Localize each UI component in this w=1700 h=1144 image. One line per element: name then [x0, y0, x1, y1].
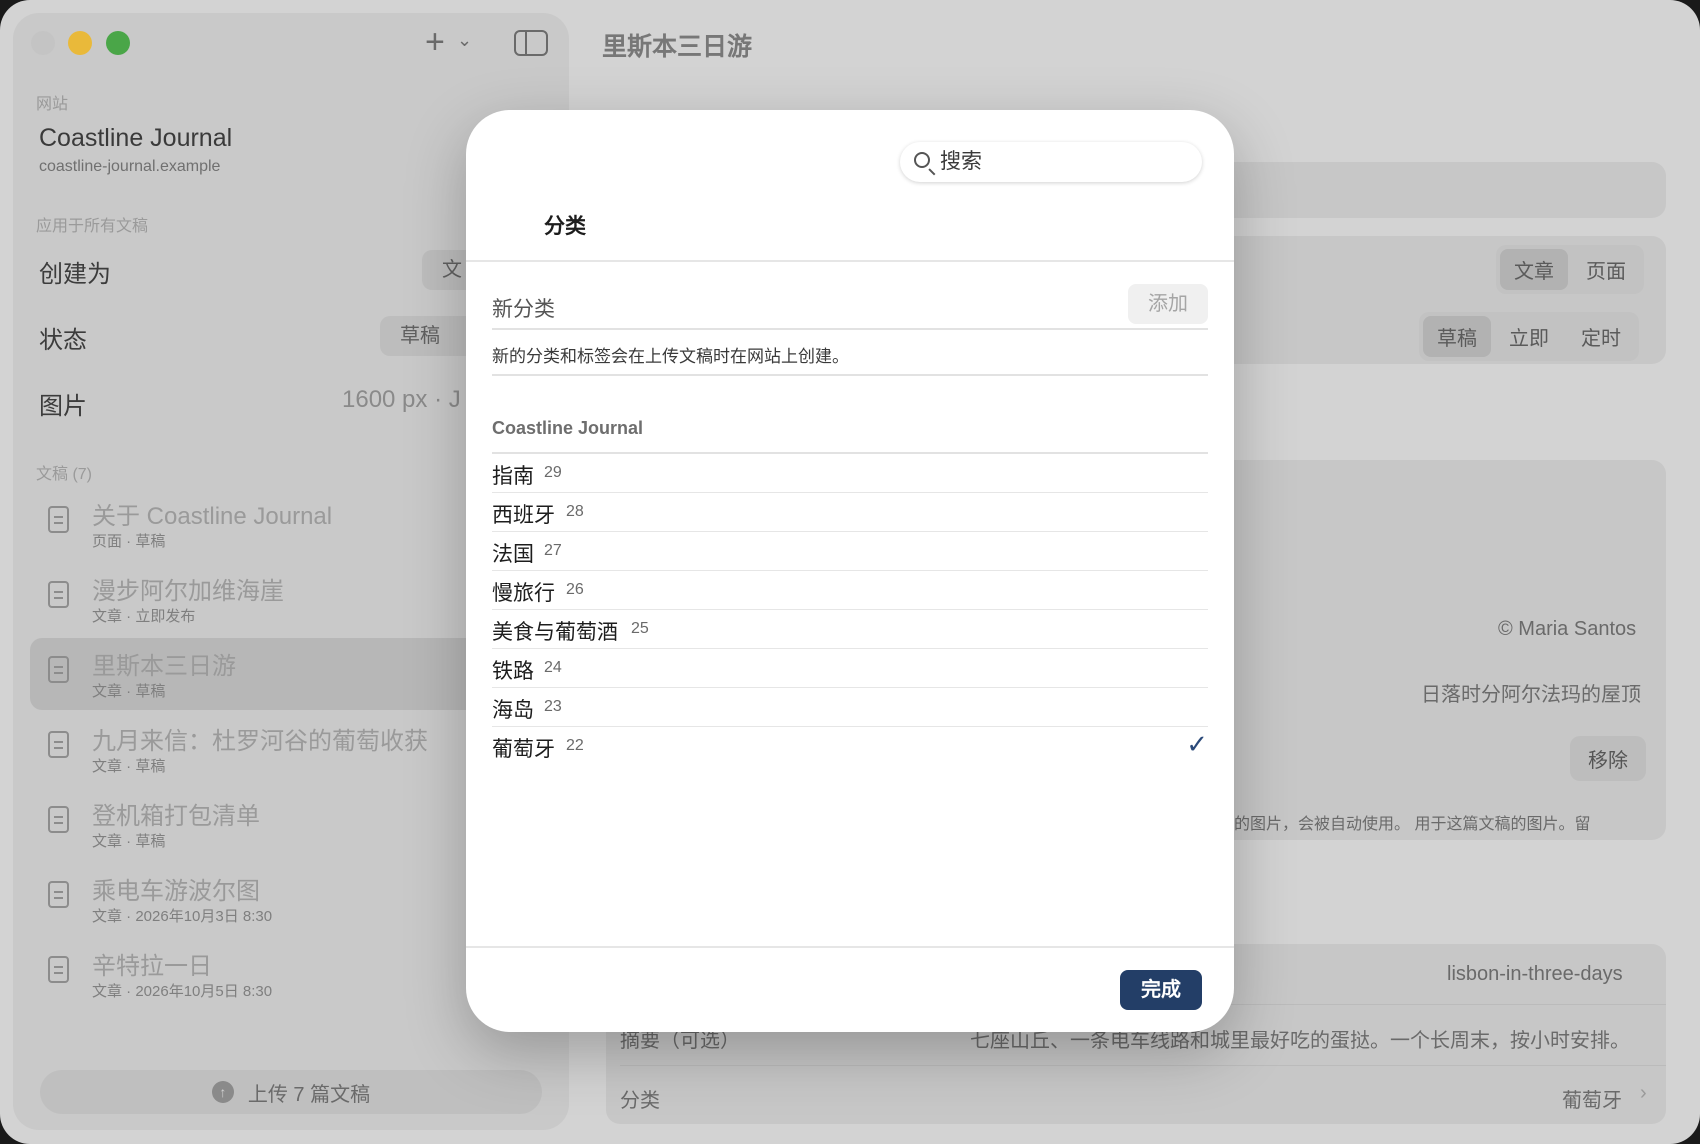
- category-label: 分类: [620, 1090, 660, 1112]
- page-icon: [48, 506, 69, 533]
- upload-button[interactable]: ↑ 上传 7 篇文稿: [40, 1070, 542, 1114]
- publish-segment-now[interactable]: 立即: [1495, 316, 1563, 357]
- type-segment-post[interactable]: 文章: [1500, 249, 1568, 290]
- docs-section-label: 文稿 (7): [36, 466, 93, 483]
- category-group-header: Coastline Journal: [492, 418, 644, 438]
- new-category-input[interactable]: [492, 290, 1192, 330]
- done-button[interactable]: 完成: [1120, 970, 1202, 1010]
- category-row[interactable]: 指南 29: [492, 454, 1208, 493]
- doc-title: 九月来信：杜罗河谷的葡萄收获: [92, 728, 428, 755]
- category-row-selected[interactable]: 葡萄牙 22 ✓: [492, 727, 1208, 766]
- divider: [620, 1065, 1666, 1066]
- window-title: 里斯本三日游: [602, 33, 753, 61]
- doc-title: 漫步阿尔加维海崖: [92, 578, 284, 605]
- type-segmented-control[interactable]: 文章 页面: [1496, 245, 1644, 294]
- publish-segmented-control[interactable]: 草稿 立即 定时: [1419, 312, 1639, 361]
- image-note: 的图片，会被自动使用。 用于这篇文稿的图片。留: [1234, 816, 1591, 833]
- close-window-button[interactable]: [31, 31, 55, 55]
- category-count: 26: [566, 581, 584, 598]
- categories-sheet: 分类 添加 新的分类和标签会在上传文稿时在网站上创建。 Coastline Jo…: [466, 110, 1234, 1032]
- minimize-window-button[interactable]: [68, 31, 92, 55]
- publish-segment-scheduled[interactable]: 定时: [1567, 316, 1635, 357]
- chevron-down-icon[interactable]: ⌄: [457, 30, 472, 51]
- upload-button-label: 上传 7 篇文稿: [247, 1083, 371, 1106]
- image-caption: 日落时分阿尔法玛的屋顶: [1421, 684, 1641, 706]
- apply-section-label: 应用于所有文稿: [36, 218, 149, 235]
- maximize-window-button[interactable]: [106, 31, 130, 55]
- category-count: 27: [544, 542, 562, 559]
- document-icon: [48, 731, 69, 758]
- add-category-button[interactable]: 添加: [1128, 284, 1208, 324]
- doc-subtitle: 文章 · 2026年10月5日 8:30: [92, 983, 273, 1000]
- image-credit: © Maria Santos: [1498, 618, 1637, 640]
- doc-subtitle: 文章 · 草稿: [92, 758, 166, 775]
- search-field[interactable]: [900, 142, 1202, 182]
- images-value[interactable]: 1600 px · J: [342, 386, 464, 414]
- divider: [466, 946, 1234, 948]
- slug-value[interactable]: lisbon-in-three-days: [1447, 963, 1623, 986]
- divider: [492, 328, 1208, 330]
- publish-segment-draft[interactable]: 草稿: [1423, 316, 1491, 357]
- site-url: coastline-journal.example: [39, 158, 221, 175]
- sheet-title: 分类: [544, 215, 586, 238]
- document-icon: [48, 806, 69, 833]
- category-count: 29: [544, 464, 562, 481]
- doc-subtitle: 文章 · 2026年10月3日 8:30: [92, 908, 273, 925]
- doc-subtitle: 页面 · 草稿: [92, 533, 166, 550]
- upload-arrow-icon: ↑: [211, 1081, 234, 1103]
- doc-title: 里斯本三日游: [92, 653, 236, 680]
- app-window: + ⌄ 里斯本三日游 网站 Coastline Journal coastlin…: [0, 0, 1700, 1144]
- category-name: 西班牙: [492, 504, 555, 527]
- category-name: 铁路: [492, 660, 534, 683]
- status-selector[interactable]: 草稿: [380, 316, 480, 356]
- category-row[interactable]: 西班牙 28: [492, 493, 1208, 532]
- category-row[interactable]: 海岛 23: [492, 688, 1208, 727]
- doc-subtitle: 文章 · 草稿: [92, 683, 166, 700]
- category-count: 23: [544, 698, 562, 715]
- new-category-note: 新的分类和标签会在上传文稿时在网站上创建。: [492, 347, 849, 366]
- category-name: 慢旅行: [492, 582, 555, 605]
- image-card: [1200, 460, 1666, 840]
- doc-title: 辛特拉一日: [92, 953, 212, 980]
- remove-image-button[interactable]: 移除: [1570, 736, 1646, 781]
- document-icon: [48, 581, 69, 608]
- main-card: [1200, 162, 1666, 218]
- sidebar-toggle-icon[interactable]: [514, 30, 548, 56]
- doc-title: 关于 Coastline Journal: [92, 503, 333, 530]
- site-name: Coastline Journal: [39, 124, 233, 152]
- add-icon[interactable]: +: [425, 25, 445, 59]
- category-count: 25: [631, 620, 649, 637]
- type-segment-page[interactable]: 页面: [1572, 249, 1640, 290]
- site-section-label: 网站: [36, 96, 69, 113]
- create-as-label: 创建为: [39, 261, 111, 288]
- category-count: 22: [566, 737, 584, 754]
- doc-subtitle: 文章 · 立即发布: [92, 608, 196, 625]
- category-row[interactable]: 法国 27: [492, 532, 1208, 571]
- category-row[interactable]: 铁路 24: [492, 649, 1208, 688]
- checkmark-icon: ✓: [1186, 729, 1208, 759]
- category-name: 葡萄牙: [492, 738, 555, 761]
- images-label: 图片: [39, 393, 87, 420]
- category-row[interactable]: 慢旅行 26: [492, 571, 1208, 610]
- category-name: 美食与葡萄酒: [492, 621, 618, 644]
- divider: [466, 260, 1234, 262]
- doc-title: 乘电车游波尔图: [92, 878, 260, 905]
- divider: [492, 374, 1208, 376]
- doc-subtitle: 文章 · 草稿: [92, 833, 166, 850]
- document-icon: [48, 656, 69, 683]
- document-icon: [48, 956, 69, 983]
- search-icon: [914, 152, 930, 168]
- search-input[interactable]: [940, 148, 1190, 176]
- category-count: 28: [566, 503, 584, 520]
- category-count: 24: [544, 659, 562, 676]
- category-value[interactable]: 葡萄牙: [1562, 1084, 1622, 1113]
- category-row[interactable]: 美食与葡萄酒 25: [492, 610, 1208, 649]
- category-name: 法国: [492, 543, 534, 566]
- category-name: 指南: [492, 465, 534, 488]
- doc-title: 登机箱打包清单: [92, 803, 260, 830]
- chevron-right-icon[interactable]: ›: [1640, 1082, 1647, 1105]
- status-label: 状态: [39, 327, 87, 354]
- document-icon: [48, 881, 69, 908]
- category-name: 海岛: [492, 699, 534, 722]
